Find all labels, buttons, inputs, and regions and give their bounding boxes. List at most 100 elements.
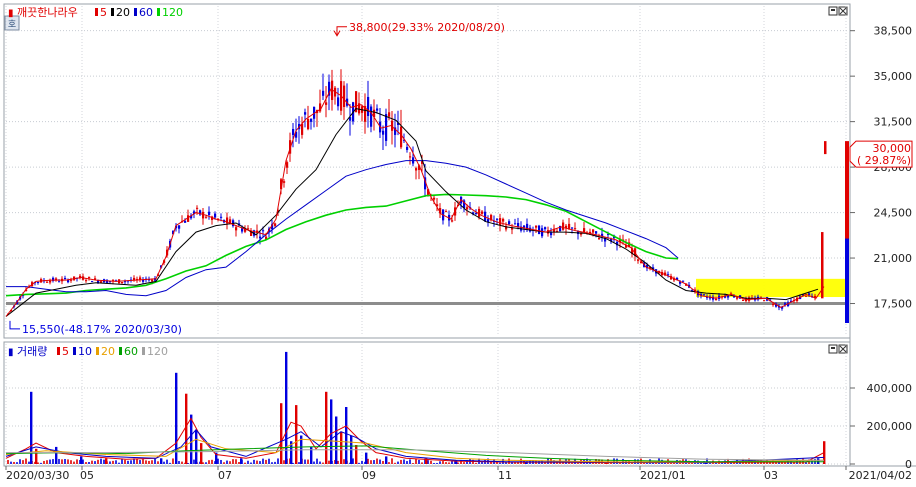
candle-body <box>46 281 49 283</box>
volume-bar <box>100 458 102 464</box>
chart-background <box>0 0 916 483</box>
volume-bar <box>379 459 381 464</box>
volume-bar <box>436 462 438 464</box>
candle-body <box>523 225 526 228</box>
volume-bar <box>352 458 354 464</box>
volume-legend-swatch-20 <box>96 347 99 355</box>
volume-bar <box>430 460 432 464</box>
volume-bar <box>271 462 273 464</box>
volume-legend-label-20: 20 <box>101 345 115 358</box>
candle-body <box>49 280 52 283</box>
candle-body <box>496 218 499 220</box>
volume-bar <box>427 460 429 464</box>
volume-bar <box>49 459 51 464</box>
volume-bar <box>298 462 300 464</box>
legend-marker: ▮ <box>8 8 14 19</box>
volume-bar <box>307 459 309 464</box>
volume-bar <box>571 462 573 464</box>
volume-bar <box>385 456 388 464</box>
volume-tick-label: 400,000 <box>867 382 913 395</box>
volume-bar <box>136 458 138 464</box>
volume-bar <box>406 461 408 464</box>
volume-bar <box>166 459 168 464</box>
volume-legend-label-10: 10 <box>78 345 92 358</box>
volume-bar <box>361 460 363 464</box>
price-tick-label: 24,500 <box>874 207 913 220</box>
volume-bar <box>592 462 594 464</box>
date-tick-label: 05 <box>80 469 94 482</box>
volume-bar <box>13 461 15 464</box>
volume-bar <box>52 459 54 464</box>
date-tick-label: 11 <box>498 469 512 482</box>
volume-bar <box>85 462 87 464</box>
volume-bar <box>391 458 393 464</box>
volume-panel-close-button[interactable] <box>838 344 848 354</box>
volume-bar <box>475 462 477 464</box>
volume-bar <box>80 456 83 464</box>
volume-tick-label: 200,000 <box>867 420 913 433</box>
candle-body <box>85 280 88 282</box>
price-panel-maximize-button[interactable] <box>828 6 838 16</box>
legend-swatch-60 <box>134 8 137 16</box>
candle-body <box>445 211 448 213</box>
volume-bar <box>367 458 369 464</box>
volume-bar <box>169 462 171 464</box>
price-tick-label: 21,000 <box>874 252 913 265</box>
candle-body <box>763 300 766 302</box>
candle-body <box>286 162 289 168</box>
volume-bar <box>10 461 12 464</box>
candle-body <box>514 223 517 225</box>
price-tick-label: 31,500 <box>874 116 913 129</box>
candle-body <box>196 207 199 209</box>
volume-bar <box>355 445 358 464</box>
candle-body <box>808 293 811 295</box>
volume-panel-maximize-button[interactable] <box>828 344 838 354</box>
volume-bar <box>325 391 328 464</box>
volume-bar <box>240 458 243 464</box>
candle-body <box>562 222 565 230</box>
volume-bar <box>202 462 204 464</box>
date-tick-label: 2020/03/30 <box>6 469 69 482</box>
candle-body <box>772 304 775 306</box>
candle-body <box>583 228 586 233</box>
date-tick-label: 07 <box>218 469 232 482</box>
candle-body <box>682 280 685 282</box>
candle-body <box>595 231 598 234</box>
volume-bar <box>337 460 339 464</box>
date-tick-label: 03 <box>764 469 778 482</box>
volume-bar <box>442 461 444 464</box>
volume-bar <box>127 460 129 464</box>
volume-bar <box>200 443 203 464</box>
volume-bar <box>448 462 450 464</box>
date-tick-label: 2021/01 <box>640 469 686 482</box>
volume-bar <box>397 461 399 464</box>
volume-bar <box>160 458 163 464</box>
volume-bar <box>145 460 147 464</box>
volume-bar <box>97 459 99 464</box>
volume-bar <box>265 459 267 464</box>
candle-body <box>70 279 73 281</box>
volume-bar <box>577 462 579 464</box>
candle-body <box>64 277 67 279</box>
candle-body <box>742 300 745 302</box>
volume-bar <box>409 459 411 464</box>
price-panel-close-button[interactable] <box>838 6 848 16</box>
candle-body <box>517 222 520 227</box>
volume-bar <box>304 459 306 464</box>
volume-bar <box>373 460 375 464</box>
candle-body <box>535 225 538 228</box>
candle-body <box>283 181 286 183</box>
date-tick-label: 2021/04/02 <box>849 469 912 482</box>
legend-label-5: 5 <box>100 6 107 19</box>
volume-bar <box>22 460 24 464</box>
low-annotation-label: 15,550(-48.17% 2020/03/30) <box>22 323 182 336</box>
candle-body <box>178 225 181 229</box>
candle-body <box>466 207 469 210</box>
volume-bar <box>19 459 21 464</box>
volume-bar <box>322 462 324 464</box>
volume-bar <box>262 458 264 464</box>
volume-bar <box>28 461 30 464</box>
candle-body <box>433 197 436 200</box>
volume-bar <box>220 459 222 464</box>
volume-bar <box>256 460 258 464</box>
